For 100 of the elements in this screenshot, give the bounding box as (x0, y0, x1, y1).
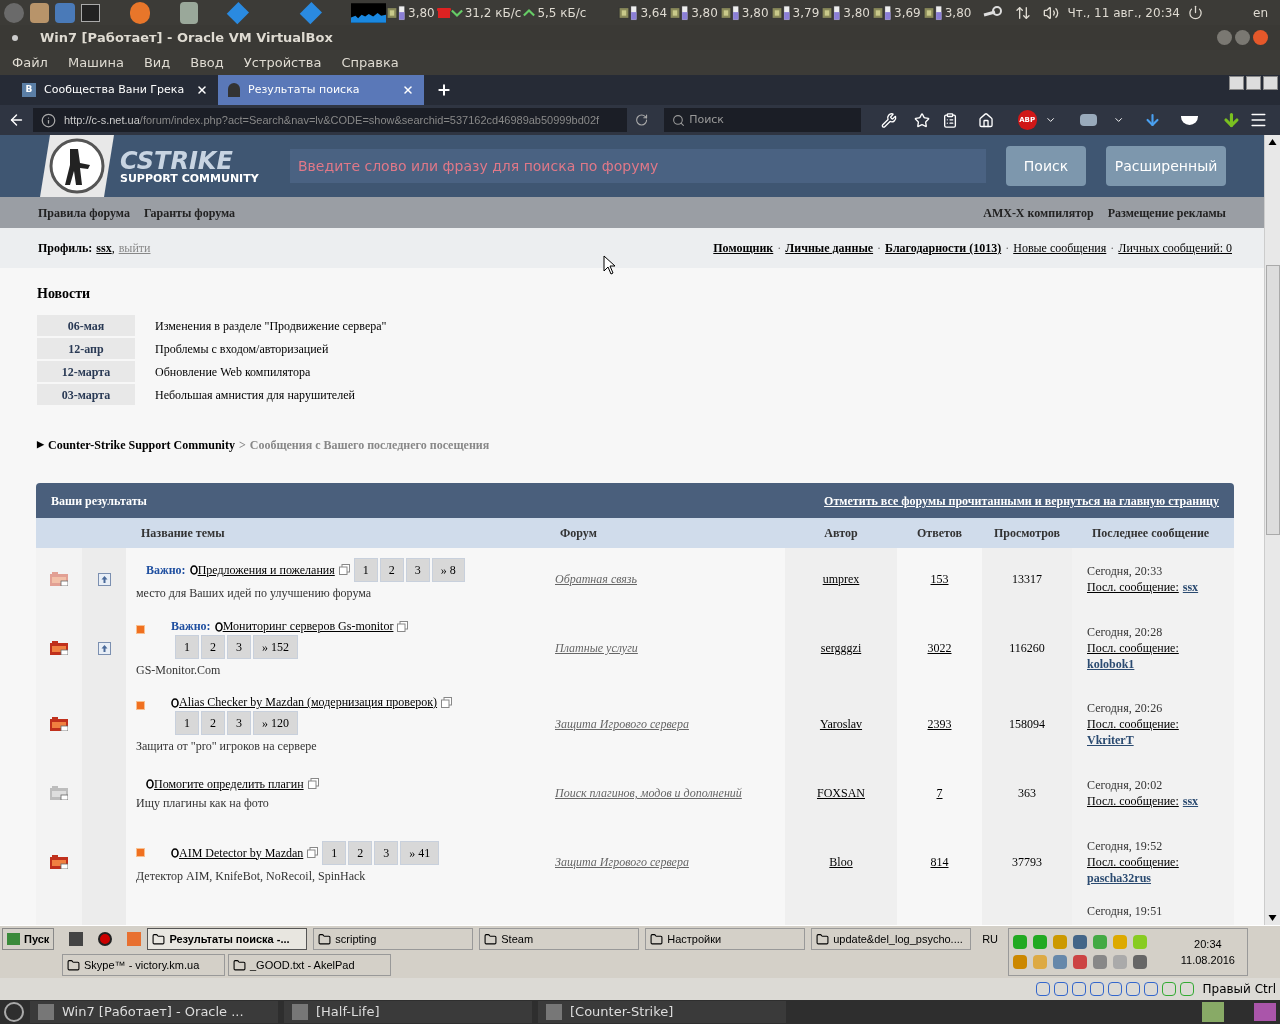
last-post-link[interactable]: Посл. сообщение: (1087, 793, 1179, 809)
news-link[interactable]: Проблемы с входом/авторизацией (155, 339, 329, 358)
page-link[interactable]: 1 (322, 840, 347, 865)
device-status-icon[interactable] (1036, 982, 1051, 996)
user-link[interactable]: Личные данные (785, 239, 874, 257)
scroll-thumb[interactable] (1265, 265, 1280, 535)
menu-item[interactable]: Машина (67, 52, 124, 73)
minimize-button[interactable] (1229, 76, 1244, 90)
topic-link[interactable]: Помогите определить плагин (154, 775, 304, 792)
page-link[interactable]: 3 (227, 711, 251, 735)
restore-button[interactable] (1246, 76, 1261, 90)
device-status-icon[interactable] (1162, 982, 1177, 996)
address-field[interactable]: http://c-s.net.ua/forum/index.php?act=Search&nav=lv&CODE=show&searchid=537162cd46989ab50999bd02f (33, 108, 627, 132)
author-link[interactable]: umprex (822, 570, 860, 588)
author-link[interactable]: Yaroslav (819, 715, 863, 733)
page-link[interactable]: » 152 (253, 635, 298, 659)
page-link[interactable]: » 120 (253, 711, 298, 735)
topic-link[interactable]: Предложения и пожелания (197, 561, 335, 578)
last-post-user[interactable]: VkriterT (1087, 732, 1134, 748)
topic-link[interactable]: Alias Checker by Mazdan (модернизация проверок) (179, 694, 438, 710)
power-icon[interactable] (1187, 5, 1203, 20)
menu-item[interactable]: Файл (12, 52, 48, 73)
language-indicator[interactable]: RU (982, 930, 999, 948)
author-link[interactable]: Bloo (829, 853, 853, 871)
mark-read-link[interactable]: Отметить все форумы прочитанными и вернуться на главную страницу (824, 491, 1219, 510)
menu-item[interactable]: Ввод (190, 52, 224, 73)
forum-link[interactable]: Защита Игрового сервера (555, 715, 689, 733)
forum-link[interactable]: Поиск плагинов, модов и дополнений (555, 784, 742, 802)
page-link[interactable]: 3 (227, 635, 251, 659)
close-button[interactable] (1263, 76, 1278, 90)
breadcrumb-link[interactable]: Counter-Strike Support Community (48, 436, 235, 454)
page-link[interactable]: 1 (175, 711, 199, 735)
news-link[interactable]: Небольшая амнистия для нарушителей (155, 385, 355, 404)
search-field[interactable]: Поиск (664, 108, 862, 132)
page-link[interactable]: 1 (175, 635, 199, 659)
last-post-link[interactable]: Посл. сообщение: (1087, 579, 1179, 595)
device-status-icon[interactable] (1108, 982, 1123, 996)
taskbar-button[interactable]: Steam (479, 928, 640, 950)
taskbar-button[interactable]: Результаты поиска -... (147, 928, 308, 950)
device-status-icon[interactable] (1054, 982, 1069, 996)
home-icon[interactable] (977, 111, 994, 129)
taskbar-button[interactable]: _GOOD.txt - AkelPad (228, 954, 391, 976)
taskbar-button[interactable]: Настройки (645, 928, 806, 950)
replies-link[interactable]: 2393 (927, 715, 952, 733)
topic-link[interactable]: AIM Detector by Mazdan (179, 844, 304, 861)
device-status-icon[interactable] (1072, 982, 1087, 996)
wrench-icon[interactable] (881, 111, 898, 129)
record-icon[interactable] (98, 932, 113, 946)
page-link[interactable]: 2 (201, 711, 225, 735)
page-link[interactable]: » 8 (431, 557, 465, 582)
browser-tab[interactable]: Результаты поиска (218, 75, 424, 105)
replies-link[interactable]: 7 (936, 784, 943, 802)
author-link[interactable]: FOXSAN (817, 784, 865, 802)
topic-link[interactable]: Мониторинг серверов Gs-monitor (222, 618, 394, 634)
menu-item[interactable]: Устройства (243, 52, 322, 73)
host-taskbar-button[interactable]: Win7 [Работает] - Oracle ... (30, 1001, 278, 1023)
last-post-link[interactable]: Посл. сообщение: (1087, 640, 1179, 656)
minimize-button[interactable] (1217, 30, 1232, 45)
terminal-icon[interactable] (80, 3, 101, 22)
last-post-user[interactable]: kolobok1 (1087, 656, 1135, 672)
page-link[interactable]: 1 (353, 557, 378, 582)
page-link[interactable]: 3 (405, 557, 430, 582)
volume-icon[interactable] (1043, 4, 1060, 21)
network-icon[interactable] (1015, 4, 1032, 21)
page-link[interactable]: 3 (374, 840, 399, 865)
news-link[interactable]: Обновление Web компилятора (155, 362, 311, 381)
forum-link[interactable]: Платные услуги (555, 639, 638, 657)
taskbar-button[interactable]: scripting (313, 928, 474, 950)
user-link[interactable]: Помощник (713, 239, 774, 257)
user-link[interactable]: Личных сообщений: 0 (1118, 239, 1232, 257)
nav-link[interactable]: Размещение рекламы (1107, 203, 1226, 222)
last-post-link[interactable]: Посл. сообщение: (1087, 716, 1179, 732)
host-taskbar-button[interactable]: [Half-Life] (284, 1001, 532, 1023)
clipboard-icon[interactable] (941, 111, 958, 129)
window-menu-icon[interactable] (12, 34, 18, 41)
maximize-button[interactable] (1235, 30, 1250, 45)
page-link[interactable]: 2 (201, 635, 225, 659)
host-taskbar-button[interactable]: [Counter-Strike] (538, 1001, 786, 1023)
last-post-user[interactable]: ssx (1182, 793, 1199, 809)
page-link[interactable]: » 41 (400, 840, 440, 865)
bookmark-star-icon[interactable] (913, 111, 930, 129)
user-link[interactable]: Благодарности (1013) (885, 239, 1002, 257)
menu-item[interactable]: Справка (341, 52, 399, 73)
nav-link[interactable]: AMX-X компилятор (983, 203, 1094, 222)
menu-item[interactable]: Вид (143, 52, 171, 73)
page-link[interactable]: 2 (379, 557, 404, 582)
device-status-icon[interactable] (1090, 982, 1105, 996)
start-button[interactable]: Пуск (2, 928, 55, 950)
last-post-user[interactable]: ssx (1182, 579, 1199, 595)
news-link[interactable]: Изменения в разделе "Продвижение сервера" (155, 316, 387, 335)
device-status-icon[interactable] (1180, 982, 1195, 996)
clock[interactable]: Чт., 11 авг., 20:34 (1067, 3, 1180, 22)
page-link[interactable]: 2 (348, 840, 373, 865)
reload-icon[interactable] (634, 113, 649, 127)
new-tab-icon[interactable] (436, 82, 452, 98)
language-indicator[interactable]: en (1253, 3, 1268, 22)
forum-link[interactable]: Обратная связь (555, 570, 637, 588)
taskbar-button[interactable]: Skype™ - victory.km.ua (62, 954, 225, 976)
replies-link[interactable]: 153 (930, 570, 949, 588)
user-link[interactable]: Новые сообщения (1013, 239, 1107, 257)
